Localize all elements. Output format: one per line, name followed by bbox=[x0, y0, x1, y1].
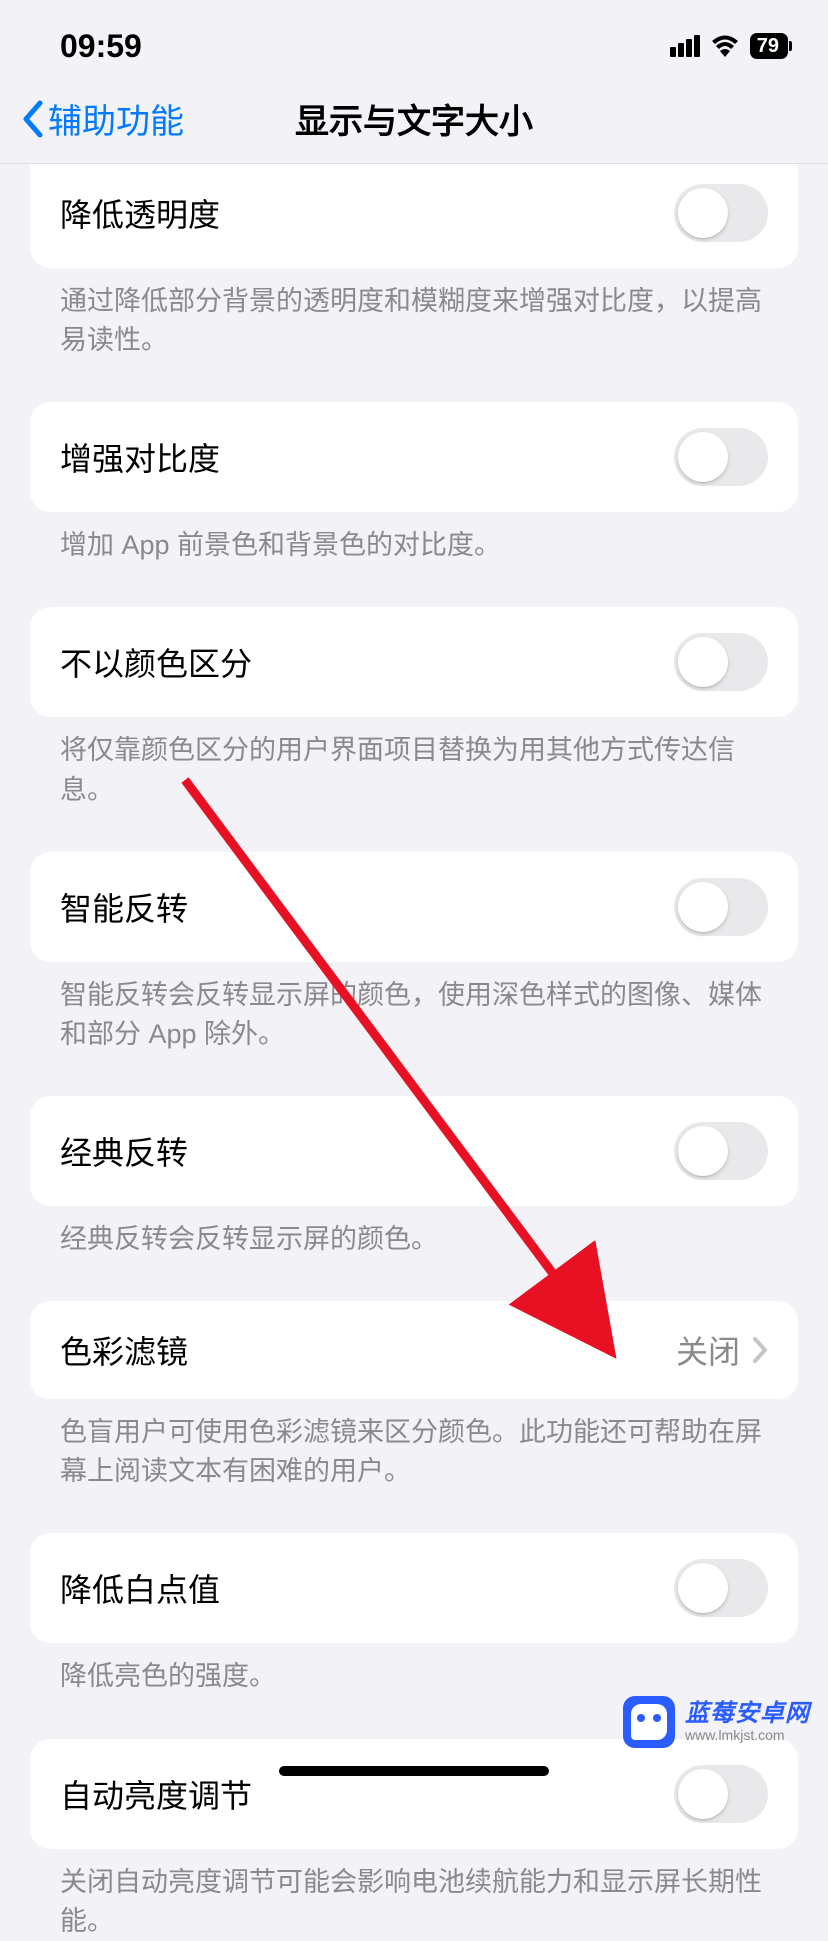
color-filters-value: 关闭 bbox=[676, 1327, 740, 1373]
status-bar: 09:59 79 bbox=[0, 0, 828, 78]
color-filters-value-container: 关闭 bbox=[676, 1327, 768, 1373]
reduce-transparency-toggle[interactable] bbox=[674, 184, 768, 242]
auto-brightness-toggle[interactable] bbox=[674, 1765, 768, 1823]
differentiate-without-color-footer: 将仅靠颜色区分的用户界面项目替换为用其他方式传达信息。 bbox=[30, 717, 798, 809]
classic-invert-footer: 经典反转会反转显示屏的颜色。 bbox=[30, 1206, 798, 1259]
battery-icon: 79 bbox=[750, 33, 788, 59]
color-filters-footer: 色盲用户可使用色彩滤镜来区分颜色。此功能还可帮助在屏幕上阅读文本有困难的用户。 bbox=[30, 1399, 798, 1491]
auto-brightness-label: 自动亮度调节 bbox=[60, 1771, 252, 1817]
differentiate-without-color-toggle[interactable] bbox=[674, 633, 768, 691]
back-label: 辅助功能 bbox=[48, 94, 184, 143]
color-filters-cell[interactable]: 色彩滤镜 关闭 bbox=[30, 1301, 798, 1399]
color-filters-label: 色彩滤镜 bbox=[60, 1327, 188, 1373]
watermark-url: www.lmkjst.com bbox=[685, 1728, 810, 1743]
reduce-transparency-label: 降低透明度 bbox=[60, 190, 220, 236]
smart-invert-toggle[interactable] bbox=[674, 878, 768, 936]
chevron-left-icon bbox=[20, 100, 44, 138]
increase-contrast-footer: 增加 App 前景色和背景色的对比度。 bbox=[30, 512, 798, 565]
smart-invert-cell[interactable]: 智能反转 bbox=[30, 852, 798, 962]
increase-contrast-toggle[interactable] bbox=[674, 428, 768, 486]
status-indicators: 79 bbox=[670, 33, 788, 59]
reduce-transparency-footer: 通过降低部分背景的透明度和模糊度来增强对比度，以提高易读性。 bbox=[30, 268, 798, 360]
reduce-white-point-cell[interactable]: 降低白点值 bbox=[30, 1533, 798, 1643]
reduce-transparency-cell[interactable]: 降低透明度 bbox=[30, 164, 798, 268]
classic-invert-cell[interactable]: 经典反转 bbox=[30, 1096, 798, 1206]
differentiate-without-color-cell[interactable]: 不以颜色区分 bbox=[30, 607, 798, 717]
reduce-white-point-toggle[interactable] bbox=[674, 1559, 768, 1617]
status-time: 09:59 bbox=[60, 28, 142, 65]
increase-contrast-label: 增强对比度 bbox=[60, 434, 220, 480]
classic-invert-toggle[interactable] bbox=[674, 1122, 768, 1180]
navigation-bar: 辅助功能 显示与文字大小 bbox=[0, 78, 828, 164]
chevron-right-icon bbox=[752, 1336, 768, 1364]
increase-contrast-cell[interactable]: 增强对比度 bbox=[30, 402, 798, 512]
home-indicator[interactable] bbox=[279, 1766, 549, 1776]
cellular-signal-icon bbox=[670, 35, 700, 57]
watermark-logo-icon bbox=[623, 1696, 675, 1748]
settings-content: 降低透明度 通过降低部分背景的透明度和模糊度来增强对比度，以提高易读性。 增强对… bbox=[0, 164, 828, 1941]
back-button[interactable]: 辅助功能 bbox=[20, 94, 184, 143]
page-title: 显示与文字大小 bbox=[295, 94, 533, 143]
wifi-icon bbox=[710, 35, 740, 57]
differentiate-without-color-label: 不以颜色区分 bbox=[60, 639, 252, 685]
reduce-white-point-footer: 降低亮色的强度。 bbox=[30, 1643, 798, 1696]
smart-invert-footer: 智能反转会反转显示屏的颜色，使用深色样式的图像、媒体和部分 App 除外。 bbox=[30, 962, 798, 1054]
watermark-title: 蓝莓安卓网 bbox=[685, 1701, 810, 1727]
classic-invert-label: 经典反转 bbox=[60, 1128, 188, 1174]
battery-level: 79 bbox=[753, 35, 783, 58]
watermark: 蓝莓安卓网 www.lmkjst.com bbox=[623, 1696, 810, 1748]
auto-brightness-cell[interactable]: 自动亮度调节 bbox=[30, 1739, 798, 1849]
smart-invert-label: 智能反转 bbox=[60, 884, 188, 930]
auto-brightness-footer: 关闭自动亮度调节可能会影响电池续航能力和显示屏长期性能。 bbox=[30, 1849, 798, 1941]
reduce-white-point-label: 降低白点值 bbox=[60, 1565, 220, 1611]
